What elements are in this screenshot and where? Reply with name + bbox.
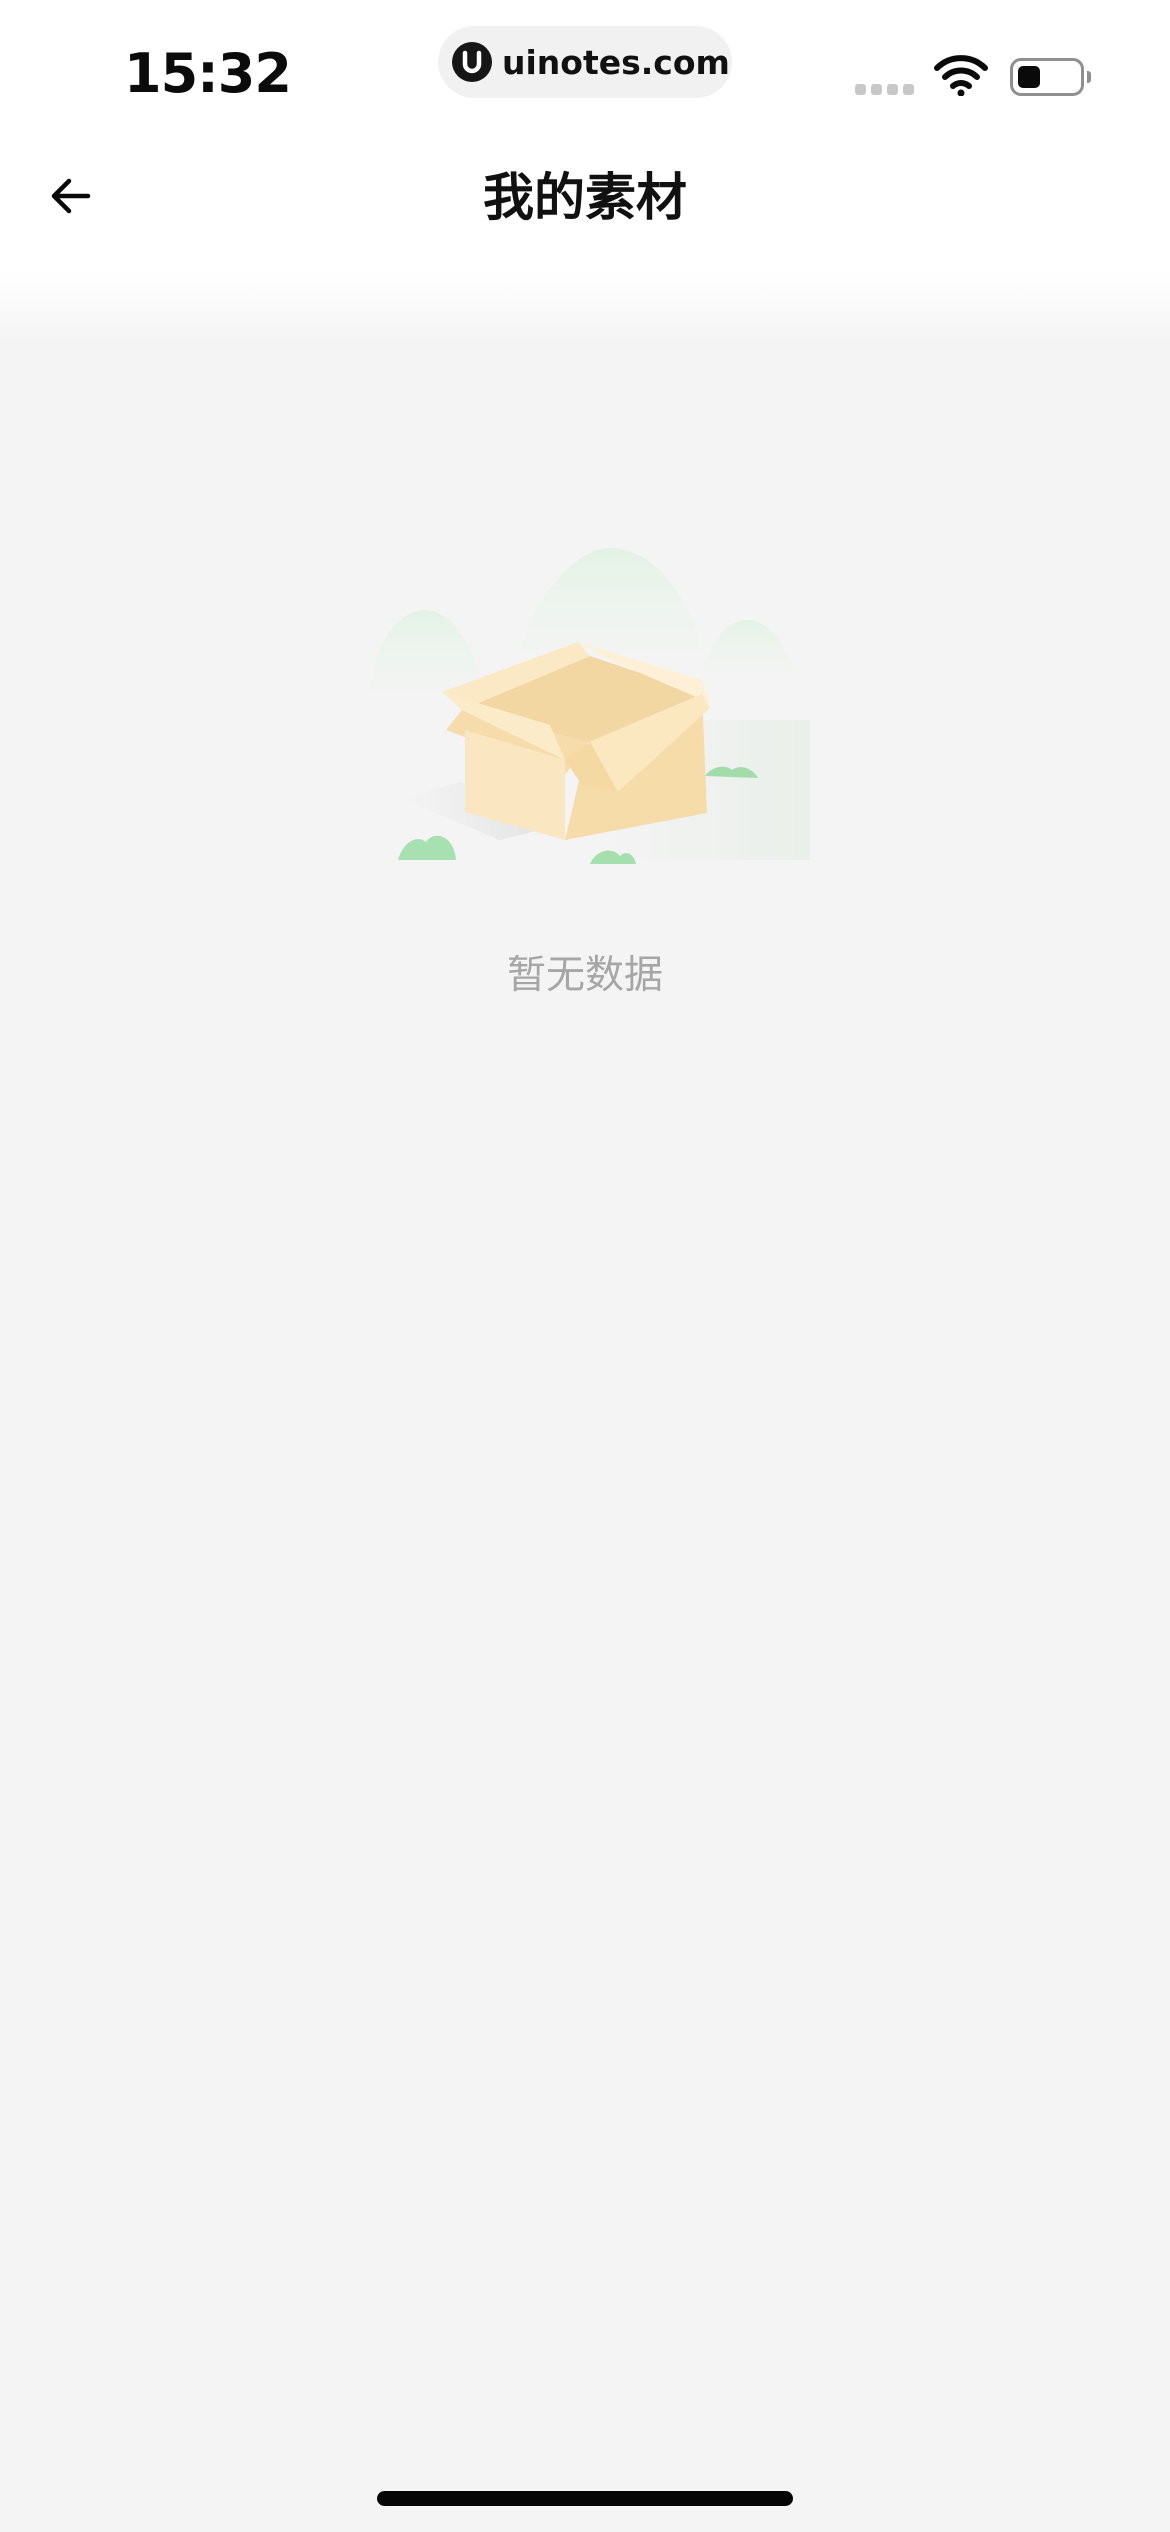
empty-state-message: 暂无数据 [506, 953, 663, 998]
battery-icon [1010, 58, 1084, 96]
cellular-signal-icon [855, 84, 914, 95]
url-text: uinotes.com [502, 42, 730, 82]
page-title: 我的素材 [482, 169, 687, 228]
status-time: 15:32 [124, 42, 292, 105]
site-logo-icon [452, 42, 492, 82]
wifi-icon [934, 55, 988, 96]
battery-level [1018, 66, 1040, 88]
url-pill[interactable]: uinotes.com [438, 26, 732, 98]
empty-box-icon [365, 548, 810, 864]
battery-cap [1087, 71, 1091, 83]
home-indicator[interactable] [377, 2491, 793, 2506]
